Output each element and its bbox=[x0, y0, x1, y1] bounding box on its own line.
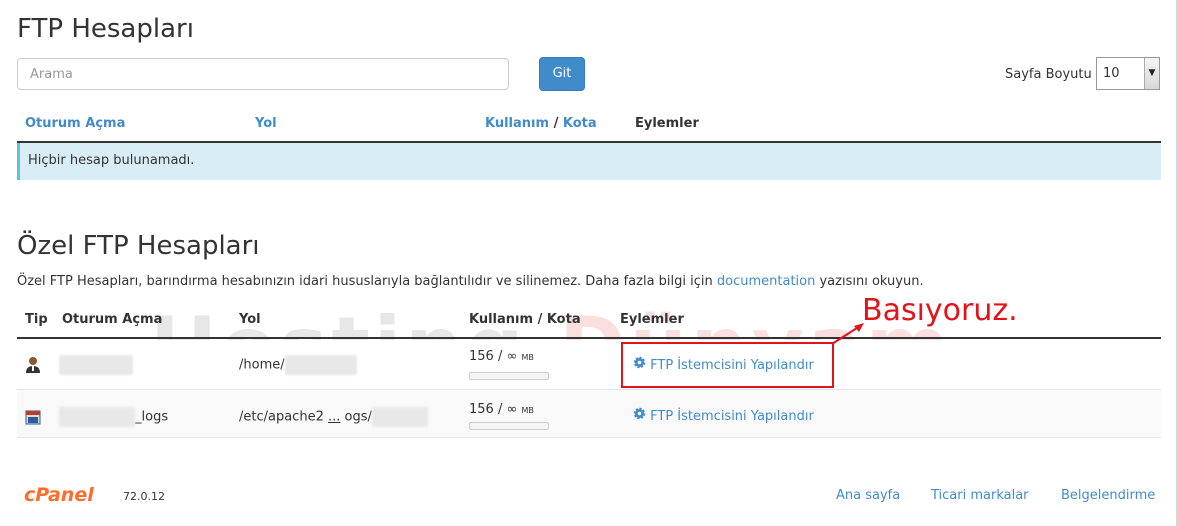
gear-icon bbox=[633, 407, 646, 420]
usage-bar bbox=[469, 372, 549, 380]
page-size-value: 10 bbox=[1103, 66, 1120, 81]
column-usage-quota: Kullanım / Kota bbox=[469, 312, 581, 327]
section-title: Özel FTP Hesapları bbox=[17, 231, 260, 261]
calendar-icon bbox=[25, 410, 41, 425]
usage-value: 156 / ∞ MB bbox=[469, 402, 534, 417]
column-login[interactable]: Oturum Açma bbox=[25, 116, 125, 131]
login-cell: _logs bbox=[59, 407, 168, 427]
cpanel-logo: cPanel bbox=[24, 484, 94, 506]
documentation-link[interactable]: documentation bbox=[717, 274, 815, 289]
page-title: FTP Hesapları bbox=[17, 14, 194, 44]
footer-link-trademarks[interactable]: Ticari markalar bbox=[931, 488, 1029, 503]
page-size-label: Sayfa Boyutu bbox=[1005, 67, 1092, 82]
table-row: _logs /etc/apache2 ... ogs/ 156 / ∞ MB F… bbox=[17, 390, 1161, 438]
search-input[interactable] bbox=[17, 58, 509, 90]
column-actions: Eylemler bbox=[635, 116, 699, 131]
column-type: Tip bbox=[25, 312, 48, 327]
login-cell bbox=[59, 355, 133, 375]
page-size-select[interactable]: 10 ▼ bbox=[1096, 57, 1160, 90]
configure-ftp-client-link[interactable]: FTP İstemcisini Yapılandır bbox=[633, 407, 814, 424]
column-quota[interactable]: Kota bbox=[563, 116, 597, 131]
go-button[interactable]: Git bbox=[539, 57, 585, 91]
column-usage[interactable]: Kullanım bbox=[485, 116, 549, 131]
path-cell: /home/ bbox=[239, 355, 357, 375]
special-header-divider bbox=[17, 337, 1161, 339]
column-path: Yol bbox=[239, 312, 261, 327]
usage-bar bbox=[469, 422, 549, 430]
table-row: /home/ 156 / ∞ MB FTP İstemcisini Yapıla… bbox=[17, 340, 1161, 390]
annotation-text: Basıyoruz. bbox=[862, 293, 1018, 328]
column-login: Oturum Açma bbox=[62, 312, 163, 327]
column-path[interactable]: Yol bbox=[255, 116, 277, 131]
column-usage-quota: Kullanım / Kota bbox=[485, 116, 597, 131]
footer-link-home[interactable]: Ana sayfa bbox=[836, 488, 900, 503]
column-actions: Eylemler bbox=[620, 312, 684, 327]
empty-message: Hiçbir hesap bulunamadı. bbox=[17, 143, 1161, 180]
path-cell: /etc/apache2 ... ogs/ bbox=[239, 407, 428, 427]
footer-link-documentation[interactable]: Belgelendirme bbox=[1061, 488, 1155, 503]
version-label: 72.0.12 bbox=[123, 490, 165, 503]
usage-value: 156 / ∞ MB bbox=[469, 349, 534, 364]
chevron-down-icon: ▼ bbox=[1144, 58, 1159, 89]
section-description: Özel FTP Hesapları, barındırma hesabınız… bbox=[17, 274, 924, 289]
highlight-box bbox=[621, 342, 834, 388]
user-icon bbox=[26, 357, 40, 373]
